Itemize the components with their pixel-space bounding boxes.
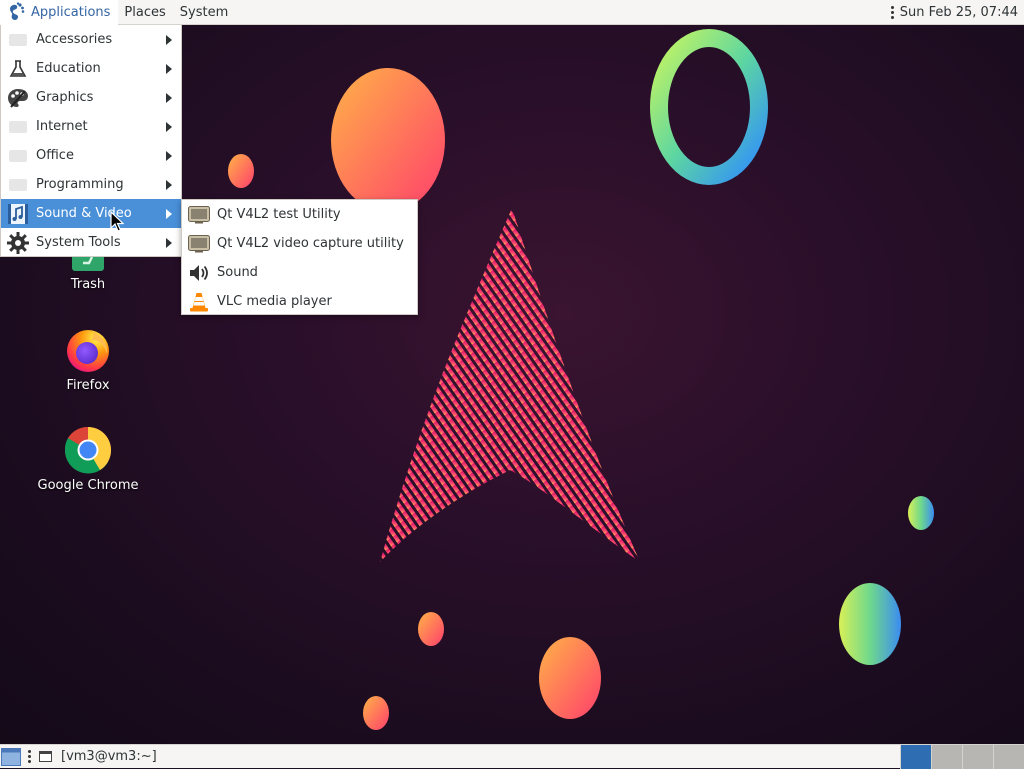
desktop-icon-google-chrome[interactable]: Google Chrome xyxy=(33,426,143,493)
show-desktop-icon xyxy=(1,747,21,766)
music-film-icon xyxy=(7,203,29,225)
programming-icon xyxy=(7,174,29,196)
applications-menu-button[interactable]: Applications xyxy=(0,0,119,25)
bottom-panel: [vm3@vm3:~] xyxy=(0,744,1024,769)
clock[interactable]: Sun Feb 25, 07:44 xyxy=(900,5,1018,20)
workspace-switcher xyxy=(900,744,1024,769)
accessories-icon xyxy=(7,29,29,51)
submenu-arrow-icon xyxy=(166,237,172,248)
submenu-arrow-icon xyxy=(166,179,172,190)
submenu-item-label: VLC media player xyxy=(217,294,332,309)
menu-item-label: Office xyxy=(36,148,74,163)
workspace-1[interactable] xyxy=(900,744,931,769)
desktop-icon-label: Google Chrome xyxy=(37,478,139,493)
submenu-arrow-icon xyxy=(166,208,172,219)
sound-video-submenu: Qt V4L2 test Utility Qt V4L2 video captu… xyxy=(181,199,418,315)
system-menu-button[interactable]: System xyxy=(174,0,236,25)
flask-icon xyxy=(7,58,29,80)
menu-item-label: System Tools xyxy=(36,235,121,250)
system-menu-label: System xyxy=(179,4,229,20)
office-icon xyxy=(7,145,29,167)
desktop-icon-label: Trash xyxy=(70,277,106,292)
vlc-cone-icon xyxy=(188,291,210,313)
menu-item-internet[interactable]: Internet xyxy=(1,112,181,141)
menu-item-sound-video[interactable]: Sound & Video xyxy=(1,199,181,228)
menu-item-label: Graphics xyxy=(36,90,94,105)
menu-item-label: Education xyxy=(36,61,101,76)
menu-item-label: Accessories xyxy=(36,32,113,47)
gnome-foot-icon xyxy=(10,2,25,20)
menu-item-programming[interactable]: Programming xyxy=(1,170,181,199)
panel-handle-icon[interactable] xyxy=(890,5,894,19)
internet-icon xyxy=(7,116,29,138)
menu-item-label: Programming xyxy=(36,177,124,192)
menu-item-office[interactable]: Office xyxy=(1,141,181,170)
panel-handle-icon[interactable] xyxy=(28,750,31,763)
workspace-4[interactable] xyxy=(993,744,1024,769)
places-menu-label: Places xyxy=(124,4,166,20)
firefox-icon xyxy=(67,330,109,372)
tv-icon xyxy=(188,233,210,255)
speaker-icon xyxy=(188,262,210,284)
submenu-item-label: Qt V4L2 video capture utility xyxy=(217,236,404,251)
submenu-item-label: Sound xyxy=(217,265,258,280)
submenu-arrow-icon xyxy=(166,92,172,103)
menu-item-label: Internet xyxy=(36,119,88,134)
submenu-arrow-icon xyxy=(166,150,172,161)
terminal-window-icon xyxy=(39,751,52,762)
taskbar-window-label: [vm3@vm3:~] xyxy=(61,749,157,764)
menu-item-accessories[interactable]: Accessories xyxy=(1,25,181,54)
menu-item-education[interactable]: Education xyxy=(1,54,181,83)
applications-menu-label: Applications xyxy=(31,4,111,20)
places-menu-button[interactable]: Places xyxy=(118,0,173,25)
menu-item-graphics[interactable]: Graphics xyxy=(1,83,181,112)
menu-item-system-tools[interactable]: System Tools xyxy=(1,228,181,257)
submenu-arrow-icon xyxy=(166,121,172,132)
panel-clock-area: Sun Feb 25, 07:44 xyxy=(890,5,1024,20)
chrome-icon xyxy=(64,426,112,474)
submenu-arrow-icon xyxy=(166,34,172,45)
top-panel: Applications Places System Sun Feb 25, 0… xyxy=(0,0,1024,25)
submenu-item-qt-v4l2-capture[interactable]: Qt V4L2 video capture utility xyxy=(182,229,417,258)
applications-menu: Accessories Education Graphics Internet … xyxy=(0,25,182,257)
mouse-cursor-icon xyxy=(110,211,124,232)
submenu-arrow-icon xyxy=(166,63,172,74)
taskbar-window-button[interactable]: [vm3@vm3:~] xyxy=(37,746,163,768)
palette-icon xyxy=(7,87,29,109)
show-desktop-button[interactable] xyxy=(0,746,22,768)
submenu-item-sound[interactable]: Sound xyxy=(182,258,417,287)
desktop-icon-label: Firefox xyxy=(66,378,110,393)
tv-icon xyxy=(188,204,210,226)
workspace-2[interactable] xyxy=(931,744,962,769)
submenu-item-qt-v4l2-test[interactable]: Qt V4L2 test Utility xyxy=(182,200,417,229)
desktop-icon-firefox[interactable]: Firefox xyxy=(33,326,143,393)
submenu-item-label: Qt V4L2 test Utility xyxy=(217,207,341,222)
gear-icon xyxy=(7,231,29,254)
submenu-item-vlc[interactable]: VLC media player xyxy=(182,287,417,316)
workspace-3[interactable] xyxy=(962,744,993,769)
